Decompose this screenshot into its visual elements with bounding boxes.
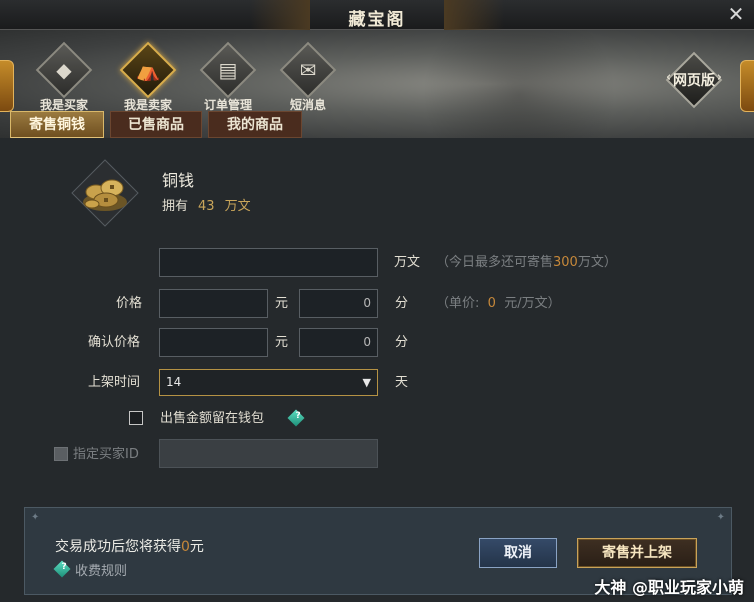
unit-price-value: 0	[487, 296, 496, 311]
shelf-time-select[interactable]: 14 ▼	[159, 369, 378, 396]
confirm-yuan-input[interactable]	[159, 328, 268, 357]
item-name: 铜钱	[162, 171, 195, 190]
tab-sell-copper[interactable]: 寄售铜钱	[10, 111, 104, 140]
daily-limit-hint: （今日最多还可寄售300万文）	[436, 248, 617, 277]
owned-unit: 万文	[224, 199, 251, 214]
price-label: 价格	[116, 296, 143, 311]
help-icon[interactable]: ?	[287, 409, 305, 427]
earnings-suffix: 元	[189, 539, 204, 555]
earnings-amount: 0	[181, 539, 190, 555]
web-version-label: 网页版	[673, 73, 715, 89]
confirm-price-label: 确认价格	[88, 335, 141, 350]
window-title: 藏宝阁	[348, 10, 406, 30]
book-icon: ▤	[218, 58, 238, 82]
seller-stall-icon: ⛺	[135, 58, 161, 82]
designated-buyer-checkbox[interactable]	[54, 447, 68, 461]
earnings-prefix: 交易成功后您将获得	[55, 539, 181, 555]
shelf-time-label: 上架时间	[88, 375, 141, 390]
tab-sold-items[interactable]: 已售商品	[110, 111, 202, 138]
fee-rules-link[interactable]: 收费规则	[75, 560, 127, 579]
owned-value: 43	[198, 199, 215, 214]
lantern-left-icon	[0, 60, 14, 112]
earnings-text: 交易成功后您将获得0元	[55, 536, 204, 556]
unit-price-prefix: （单价:	[436, 296, 480, 311]
price-fen-input[interactable]: 0	[299, 289, 378, 318]
confirm-yuan-label: 元	[275, 335, 289, 350]
cancel-button[interactable]: 取消	[479, 538, 557, 568]
designated-buyer-input[interactable]	[159, 439, 378, 468]
daily-limit-suffix: 万文）	[577, 255, 617, 270]
confirm-fen-label: 分	[395, 335, 409, 350]
lantern-right-icon	[740, 60, 754, 112]
daily-limit-value: 300	[553, 255, 578, 270]
tab-bar: 寄售铜钱 已售商品 我的商品	[0, 111, 754, 140]
unit-price-suffix: 元/万文）	[504, 296, 561, 311]
copper-coins-icon	[71, 159, 139, 227]
title-bar: 藏宝阁 ✕	[0, 0, 754, 30]
fee-help-icon: ?	[53, 560, 71, 578]
owned-label: 拥有	[162, 199, 189, 214]
price-fen-label: 分	[395, 296, 409, 311]
buyer-icon: ◆	[56, 58, 72, 82]
tab-my-items[interactable]: 我的商品	[208, 111, 302, 138]
keep-in-wallet-checkbox[interactable]	[129, 411, 143, 425]
keep-in-wallet-label: 出售金额留在钱包	[160, 411, 265, 426]
price-yuan-input[interactable]	[159, 289, 268, 318]
mail-icon: ✉	[299, 58, 317, 82]
amount-unit-label: 万文	[394, 255, 421, 270]
daily-limit-prefix: （今日最多还可寄售	[436, 255, 554, 270]
sell-and-list-button[interactable]: 寄售并上架	[577, 538, 697, 568]
owned-amount: 拥有 43 万文	[162, 195, 251, 214]
watermark: 大神 @职业玩家小萌	[594, 578, 744, 597]
unit-price-hint: （单价: 0 元/万文）	[436, 289, 561, 318]
confirm-fen-input[interactable]: 0	[299, 328, 378, 357]
price-yuan-label: 元	[275, 296, 289, 311]
day-label: 天	[395, 375, 409, 390]
designated-buyer-label: 指定买家ID	[73, 447, 139, 462]
close-icon[interactable]: ✕	[724, 2, 748, 26]
sell-panel: 铜钱 拥有 43 万文 万文 （今日最多还可寄售300万文） 价格 元 0 分 （单…	[0, 138, 754, 602]
chevron-right-icon: ›	[716, 70, 722, 85]
shelf-time-value: 14	[166, 375, 182, 389]
sell-amount-input[interactable]	[159, 248, 378, 277]
chevron-down-icon: ▼	[362, 376, 371, 389]
